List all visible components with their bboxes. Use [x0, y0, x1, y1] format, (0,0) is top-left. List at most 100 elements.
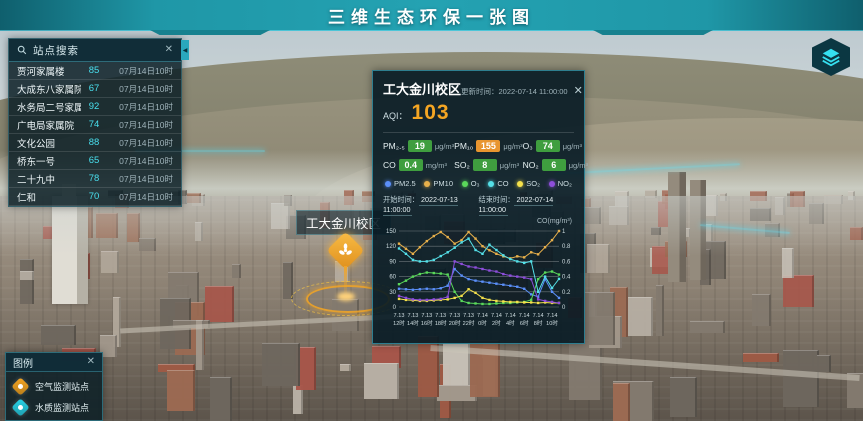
marker-glow: [337, 292, 355, 301]
station-row[interactable]: 仁和7007月14日10时: [9, 188, 181, 206]
station-detail-popup: 工大金川校区 更新时间：2022-07-14 11:00:00 ✕ AQI： 1…: [372, 70, 585, 344]
svg-text:120: 120: [386, 244, 397, 250]
close-icon[interactable]: ✕: [165, 45, 173, 55]
svg-text:7.140时: 7.140时: [477, 313, 488, 327]
city-building: [569, 340, 602, 400]
station-name: 二十九中: [17, 172, 81, 186]
legend-dot: [488, 181, 494, 187]
update-time-value: 2022-07-14 11:00:00: [499, 87, 568, 96]
station-name: 文化公园: [17, 136, 81, 150]
city-building: [615, 191, 629, 206]
pollutant-value-badge: 19: [408, 140, 432, 152]
city-building: [750, 208, 771, 221]
city-building: [752, 294, 771, 326]
pollutant-item: PM₂.₅19μg/m³: [383, 140, 454, 152]
pollutant-item: SO₂8μg/m³: [454, 159, 522, 171]
station-row[interactable]: 水务局二号家属院9207月14日10时: [9, 98, 181, 116]
chart-legend[interactable]: PM2.5 PM10 O₃ CO SO₂ NO₂: [383, 179, 574, 188]
end-time-field[interactable]: 结束时间：2022-07-14 11:00:00: [479, 195, 575, 214]
svg-text:7.1316时: 7.1316时: [421, 313, 433, 327]
station-time: 07月14日10时: [107, 83, 173, 95]
legend-list: 空气监测站点水质监测站点: [6, 372, 102, 414]
city-building: [271, 203, 290, 229]
station-time: 07月14日10时: [107, 155, 173, 167]
station-row[interactable]: 贾河家属楼8507月14日10时: [9, 62, 181, 80]
legend-row-label: 水质监测站点: [35, 401, 89, 414]
legend-item-NO₂[interactable]: NO₂: [549, 179, 572, 188]
city-building: [613, 383, 630, 421]
city-building: [210, 377, 232, 421]
city-building: [670, 377, 697, 417]
legend-panel-header: 图例 ✕: [6, 353, 102, 372]
city-building: [41, 325, 76, 345]
aqi-value: 103: [412, 101, 450, 125]
svg-text:7.148时: 7.148时: [533, 313, 544, 327]
station-row[interactable]: 大成东八家属院6707月14日10时: [9, 80, 181, 98]
city-building: [232, 264, 241, 278]
city-building: [809, 203, 824, 224]
svg-text:0.4: 0.4: [562, 275, 571, 281]
svg-text:7.1318时: 7.1318时: [435, 313, 447, 327]
station-row[interactable]: 二十九中7807月14日10时: [9, 170, 181, 188]
legend-item-CO[interactable]: CO: [488, 179, 508, 188]
city-building: [195, 222, 203, 241]
svg-text:30: 30: [389, 290, 396, 296]
close-icon[interactable]: ✕: [574, 84, 583, 97]
svg-text:7.142时: 7.142时: [491, 313, 502, 327]
city-building: [783, 275, 814, 307]
city-building: [628, 297, 653, 336]
station-panel-header: 站点搜索 ✕: [9, 39, 181, 62]
station-panel-title: 站点搜索: [33, 43, 159, 58]
panel-collapse-tab[interactable]: ◀: [181, 40, 189, 60]
city-building: [609, 206, 629, 225]
pollutant-unit: mg/m³: [426, 161, 447, 170]
city-building: [850, 227, 863, 240]
city-building: [364, 363, 399, 399]
start-time-field[interactable]: 开始时间：2022-07-13 11:00:00: [383, 195, 479, 214]
pollutant-unit: μg/m³: [500, 161, 519, 170]
station-time: 07月14日10时: [107, 173, 173, 185]
station-aqi: 88: [81, 137, 107, 148]
pollutant-label: O₃: [523, 141, 533, 151]
legend-label: NO₂: [558, 179, 572, 188]
legend-item-SO₂[interactable]: SO₂: [517, 179, 540, 188]
pollutant-unit: μg/m³: [503, 142, 522, 151]
legend-item-O₃[interactable]: O₃: [462, 179, 480, 188]
city-building: [783, 350, 819, 407]
map-legend-panel: 图例 ✕ 空气监测站点水质监测站点: [5, 352, 103, 421]
pollutant-unit: μg/m³: [563, 142, 582, 151]
station-row[interactable]: 桥东一号6507月14日10时: [9, 152, 181, 170]
station-time: 07月14日10时: [107, 65, 173, 77]
aqi-trend-chart[interactable]: 030609012015000.20.40.60.817.1312时7.1314…: [383, 225, 576, 337]
legend-label: SO₂: [526, 179, 540, 188]
station-row[interactable]: 广电局家属院7407月14日10时: [9, 116, 181, 134]
station-name: 桥东一号: [17, 154, 81, 168]
city-building: [848, 191, 855, 200]
pollutant-value-badge: 74: [536, 140, 560, 152]
svg-text:150: 150: [386, 229, 397, 235]
pollutant-label: NO₂: [523, 160, 539, 170]
station-row[interactable]: 文化公园8807月14日10时: [9, 134, 181, 152]
station-aqi: 67: [81, 83, 107, 94]
svg-text:7.146时: 7.146时: [519, 313, 530, 327]
city-building: [750, 191, 767, 201]
station-search-panel: 站点搜索 ✕ 贾河家属楼8507月14日10时大成东八家属院6707月14日10…: [8, 38, 182, 207]
city-building: [167, 370, 195, 411]
legend-panel-title: 图例: [13, 355, 87, 370]
station-time: 07月14日10时: [107, 191, 173, 203]
highrise-building: [690, 180, 706, 280]
city-building: [656, 285, 664, 336]
popup-title: 工大金川校区: [383, 79, 461, 98]
svg-text:7.1312时: 7.1312时: [393, 313, 405, 327]
legend-item-PM10[interactable]: PM10: [424, 179, 453, 188]
legend-item-PM2.5[interactable]: PM2.5: [385, 179, 416, 188]
svg-text:7.1322时: 7.1322时: [463, 313, 475, 327]
city-building: [139, 238, 156, 251]
header-bar: 三维生态环保一张图: [0, 0, 863, 31]
pollutant-grid: PM₂.₅19μg/m³PM₁₀155μg/m³O₃74μg/m³CO0.4mg…: [383, 132, 574, 171]
fan-icon: [332, 237, 359, 264]
city-building: [101, 251, 119, 273]
city-building: [344, 190, 354, 205]
close-icon[interactable]: ✕: [87, 357, 95, 367]
header-decoration: [150, 30, 270, 35]
